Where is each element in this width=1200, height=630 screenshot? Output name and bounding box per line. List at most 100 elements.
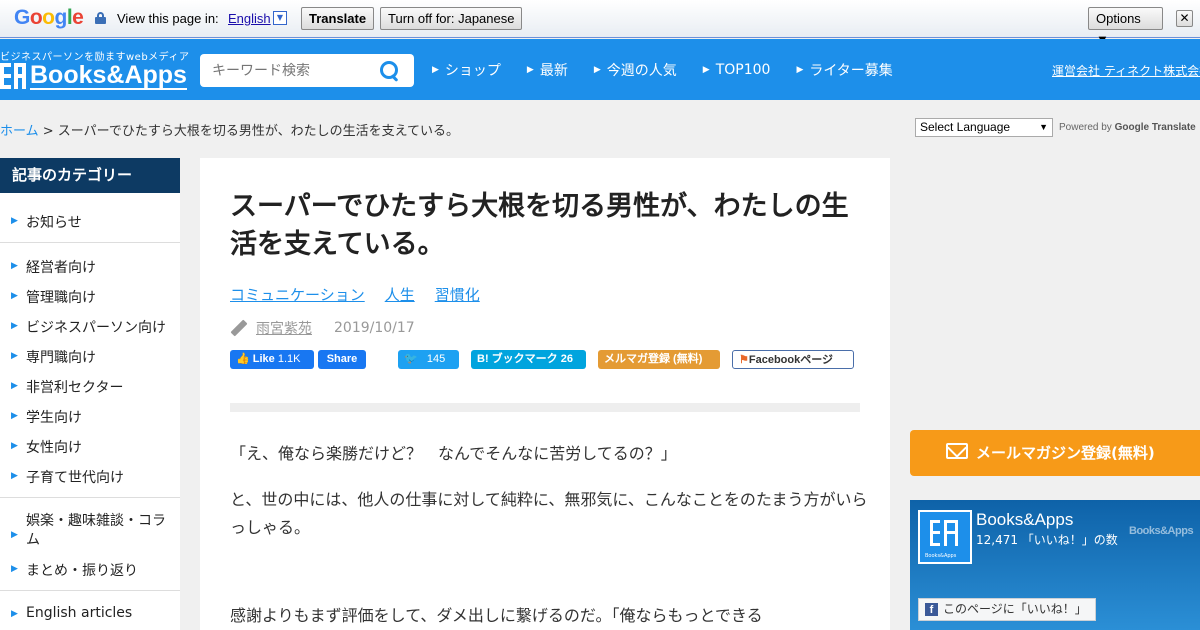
nav-weekly-popular[interactable]: ▶ 今週の人気 [594, 60, 677, 80]
article-paragraph: と、世の中には、他人の仕事に対して純粋に、無邪気に、こんなことをのたまう方がいら… [230, 490, 868, 537]
chevron-right-icon: ▶ [11, 564, 18, 574]
twitter-button[interactable]: 🐦 145 [398, 350, 459, 369]
article-meta: 雨宮紫苑 2019/10/17 [230, 318, 415, 338]
sidebar-item-specialists[interactable]: ▶ 専門職向け [0, 347, 180, 367]
google-logo-letter: e [72, 6, 84, 29]
language-dropdown-icon[interactable]: ▼ [273, 11, 287, 25]
breadcrumb-separator: > [38, 124, 58, 139]
chevron-right-icon: ▶ [11, 381, 18, 391]
google-logo-letter: o [29, 6, 43, 29]
google-translate-bar: Google View this page in: English ▼ Tran… [0, 0, 1200, 47]
site-name: Books&Apps [30, 61, 187, 90]
newsletter-signup-button[interactable]: メールマガジン登録(無料) [910, 430, 1200, 476]
breadcrumb: ホーム > スーパーでひたすら大根を切る男性が、わたしの生活を支えている。 [0, 120, 459, 139]
options-button[interactable]: Options ▼ [1088, 7, 1163, 47]
sidebar-item-entertainment[interactable]: ▶ 娯楽・趣味雑談・コラム [0, 512, 175, 550]
page-avatar[interactable]: Books&Apps [918, 510, 972, 564]
facebook-icon: f [925, 603, 938, 616]
breadcrumb-current: スーパーでひたすら大根を切る男性が、わたしの生活を支えている。 [57, 124, 459, 139]
language-link[interactable]: English [228, 11, 271, 26]
pencil-icon [230, 319, 248, 337]
tag-link[interactable]: 人生 [385, 284, 415, 305]
page-like-count: 12,471 「いいね！」の数 [976, 533, 1118, 547]
logo-mark-icon [0, 63, 26, 89]
nav-latest[interactable]: ▶ 最新 [527, 60, 568, 80]
sidebar-item-managers[interactable]: ▶ 管理職向け [0, 287, 180, 307]
article-paragraph: 感謝よりもまず評価をして、ダメ出しに繋げるのだ。「俺ならもっとできる [230, 606, 763, 625]
lock-icon [95, 12, 106, 24]
sidebar-item-students[interactable]: ▶ 学生向け [0, 407, 180, 427]
facebook-page-button[interactable]: ⚑Facebookページ [732, 350, 854, 369]
chevron-right-icon: ▶ [11, 351, 18, 361]
chevron-right-icon: ▶ [11, 471, 18, 481]
sidebar-item-parents[interactable]: ▶ 子育て世代向け [0, 467, 180, 487]
page-like-button[interactable]: f このページに「いいね！」 [918, 598, 1096, 621]
chevron-right-icon: ▶ [11, 411, 18, 421]
search-input[interactable] [212, 61, 372, 81]
facebook-share-button[interactable]: Share [318, 350, 366, 369]
facebook-like-button[interactable]: 👍 Like 1.1K [230, 350, 314, 369]
chevron-right-icon: ▶ [702, 65, 710, 75]
search-icon[interactable] [380, 61, 400, 81]
close-icon[interactable]: ✕ [1176, 10, 1193, 27]
author-link[interactable]: 雨宮紫苑 [256, 318, 312, 338]
article-divider [230, 403, 860, 412]
chevron-right-icon: ▶ [11, 609, 18, 619]
sidebar-item-english[interactable]: ▶ English articles [0, 605, 180, 621]
chevron-right-icon: ▶ [796, 65, 804, 75]
newsletter-signup-label: メールマガジン登録(無料) [976, 444, 1155, 462]
chevron-right-icon: ▶ [11, 261, 18, 271]
sidebar-item-news[interactable]: ▶ お知らせ [0, 212, 180, 232]
hatena-bookmark-button[interactable]: B! ブックマーク 26 [471, 350, 586, 369]
newsletter-button[interactable]: メルマガ登録 (無料) [598, 350, 720, 369]
site-header: ビジネスパーソンを励ますwebメディア Books&Apps ▶ショップ ▶最新… [0, 39, 1200, 100]
flag-icon: ⚑ [739, 354, 749, 366]
sidebar-item-business[interactable]: ▶ ビジネスパーソン向け [0, 317, 180, 337]
facebook-page-plugin: Books&Apps Books&Apps 12,471 「いいね！」の数 Bo… [910, 500, 1200, 630]
sidebar-item-women[interactable]: ▶ 女性向け [0, 437, 180, 457]
sidebar-item-summary[interactable]: ▶ まとめ・振り返り [0, 560, 180, 580]
chevron-right-icon: ▶ [526, 65, 534, 75]
article-tags: コミュニケーション 人生 習慣化 [230, 284, 480, 305]
hatena-icon: B! [477, 353, 489, 365]
tag-link[interactable]: 習慣化 [435, 284, 480, 305]
chevron-right-icon: ▶ [11, 321, 18, 331]
sidebar-divider [0, 242, 180, 243]
sidebar-item-nonprofit[interactable]: ▶ 非営利セクター [0, 377, 180, 397]
main-nav: ▶ ショップ ▶ 最新 ▶ 今週の人気 ▶ TOP100 ▶ ライター募集 [432, 60, 919, 80]
sidebar-divider [0, 497, 180, 498]
company-link[interactable]: 運営会社 ティネクト株式会社 [1052, 62, 1200, 79]
chevron-right-icon: ▶ [593, 65, 601, 75]
breadcrumb-home[interactable]: ホーム [0, 124, 39, 139]
article-title: スーパーでひたすら大根を切る男性が、わたしの生活を支えている。 [230, 191, 849, 260]
nav-writer-recruit[interactable]: ▶ ライター募集 [796, 60, 892, 80]
tag-link[interactable]: コミュニケーション [230, 284, 365, 305]
twitter-bird-icon: 🐦 [404, 353, 418, 365]
chevron-right-icon: ▶ [11, 441, 18, 451]
nav-top100[interactable]: ▶ TOP100 [703, 60, 771, 80]
google-logo-letter: G [14, 6, 30, 29]
envelope-icon [946, 443, 968, 459]
page-name[interactable]: Books&Apps [976, 510, 1073, 530]
sidebar-divider [0, 590, 180, 591]
translate-button[interactable]: Translate [301, 7, 375, 30]
powered-by-google: Powered by Google Translate [1059, 122, 1196, 133]
turn-off-button[interactable]: Turn off for: Japanese [380, 7, 523, 30]
chevron-right-icon: ▶ [11, 216, 18, 226]
page-watermark: Books&Apps [1129, 525, 1194, 537]
chevron-right-icon: ▶ [432, 65, 439, 75]
site-logo[interactable]: Books&Apps [0, 61, 187, 91]
google-logo-letter: g [54, 6, 68, 29]
search-box [200, 54, 414, 87]
google-logo: Google [14, 6, 84, 30]
dropdown-arrow-icon: ▼ [1039, 122, 1048, 132]
article-paragraph: 「え、俺なら楽勝だけど？ なんでそんなに苦労してるの？」 [230, 444, 677, 463]
chevron-right-icon: ▶ [11, 530, 18, 540]
article: スーパーでひたすら大根を切る男性が、わたしの生活を支えている。 コミュニケーショ… [200, 158, 890, 630]
sidebar-item-executives[interactable]: ▶ 経営者向け [0, 257, 180, 277]
nav-shop[interactable]: ▶ ショップ [432, 60, 501, 80]
view-page-in-label: View this page in: [117, 11, 219, 26]
select-language-dropdown[interactable]: Select Language ▼ [915, 118, 1053, 137]
article-date: 2019/10/17 [334, 320, 415, 336]
chevron-right-icon: ▶ [11, 291, 18, 301]
